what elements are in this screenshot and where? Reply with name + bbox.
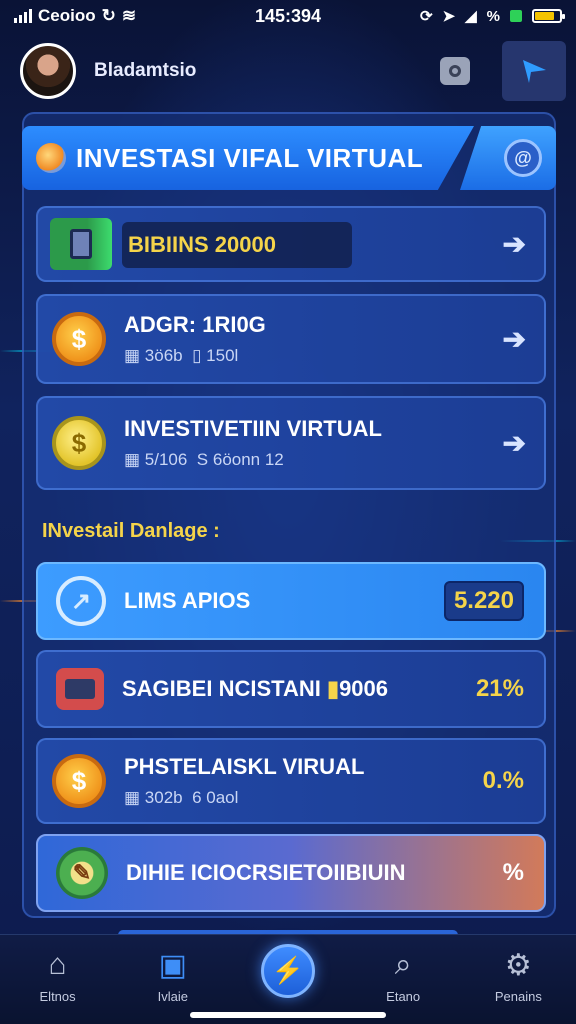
list-item[interactable]: $ INVESTIVETIIN VIRTUAL ▦ 5/106 S 6öonn …	[36, 396, 546, 490]
wifi-icon: ≋	[121, 6, 137, 25]
card-subtitle: ▦ 3ö6b ▯ 150l	[124, 346, 266, 366]
card-body: DIHIE ICIOCRSIETOIIBIUIN	[126, 860, 406, 886]
app-header: Bladamtsio	[10, 36, 566, 106]
list-item-balance[interactable]: BIBIINS 20000 ➔	[36, 206, 546, 282]
wallet-icon	[50, 218, 112, 270]
value-percent: 0.%	[482, 767, 524, 794]
section-title: INvestail Danlage :	[42, 520, 220, 542]
card-body: LIMS APIOS	[124, 588, 250, 614]
spiral-icon[interactable]: @	[504, 139, 542, 177]
list-item[interactable]: $ PHSTELAISKL VIRUAL ▦ 302b 6 0aol 0.%	[36, 738, 546, 824]
send-button[interactable]	[502, 41, 566, 101]
calendar-icon: ▦	[124, 346, 141, 365]
green-indicator-icon	[510, 10, 522, 22]
value-percent: 21%	[475, 675, 524, 702]
value-percent: %	[502, 859, 524, 886]
device-icon	[56, 668, 104, 710]
nav-item-search[interactable]: ⌕ Etano	[353, 947, 453, 1004]
card-body: INVESTIVETIIN VIRTUAL ▦ 5/106 S 6öonn 12	[124, 416, 382, 470]
calendar-icon: ▦	[124, 450, 141, 469]
list-item[interactable]: $ ADGR: 1RI0G ▦ 3ö6b ▯ 150l ➔	[36, 294, 546, 384]
list-item[interactable]: ↗ LIMS APIOS 5.220	[36, 562, 546, 640]
card-sub-b: S 6öonn 12	[196, 450, 284, 469]
balance-pill: BIBIINS 20000	[122, 222, 352, 268]
nav-item-home[interactable]: ⌂ Eltnos	[8, 947, 108, 1004]
nav-label: Ivlaie	[157, 989, 188, 1004]
card-extra: 9006	[339, 676, 389, 701]
title-banner: INVESTASI VIFAL VIRTUAL @	[22, 126, 556, 190]
status-bar: Ceoioo ↻ ≋ 145:394 ⟳ ➤ ◢ %	[0, 0, 576, 32]
card-body: ADGR: 1RI0G ▦ 3ö6b ▯ 150l	[124, 312, 266, 366]
trash-icon: ▯	[192, 346, 202, 365]
rotation-lock-icon: ⟳	[419, 8, 433, 25]
gear-icon: ⚙	[504, 948, 532, 982]
location-icon: ➤	[442, 8, 456, 25]
list-item[interactable]: ✎ DIHIE ICIOCRSIETOIIBIUIN %	[36, 834, 546, 912]
coin-icon: $	[52, 312, 106, 366]
card-title: DIHIE ICIOCRSIETOIIBIUIN	[126, 860, 406, 885]
card-title: PHSTELAISKL VIRUAL	[124, 754, 365, 779]
battery-icon	[532, 9, 565, 23]
coin-icon: $	[52, 416, 106, 470]
clock: 145:394	[254, 5, 322, 26]
card-body: SAGIBEI NCISTANI ▮9006	[122, 676, 388, 702]
status-left: Ceoioo ↻ ≋	[14, 6, 214, 26]
nav-label: Eltnos	[39, 989, 76, 1004]
arrow-right-icon: ➔	[502, 427, 526, 459]
username: Bladamtsio	[94, 60, 197, 81]
calendar-icon: ▦	[124, 788, 141, 807]
banner-title: INVESTASI VIFAL VIRTUAL	[76, 142, 424, 173]
avatar[interactable]	[20, 43, 76, 99]
banner-side: @	[460, 126, 556, 190]
nav-item-settings[interactable]: ⚙ Penains	[468, 947, 568, 1005]
value-badge: 5.220	[443, 581, 524, 621]
nav-item-center[interactable]: ⚡	[238, 943, 338, 998]
sync-icon: ↻	[101, 6, 116, 25]
home-indicator[interactable]	[190, 1012, 386, 1018]
card-body: PHSTELAISKL VIRUAL ▦ 302b 6 0aol	[124, 754, 364, 808]
carrier-name: Ceoioo	[38, 6, 96, 25]
nav-label: Etano	[386, 989, 421, 1004]
map-icon: ▣	[158, 948, 187, 982]
card-sub-b: 150l	[206, 346, 239, 365]
card-subtitle: ▦ 302b 6 0aol	[124, 788, 364, 808]
pen-icon: ✎	[56, 847, 108, 899]
compass-icon: ⚡	[260, 943, 315, 998]
card-sub-a: 3ö6b	[144, 346, 183, 365]
list-item[interactable]: SAGIBEI NCISTANI ▮9006 21%	[36, 650, 546, 728]
arrow-right-icon: ➔	[502, 323, 526, 355]
card-title: INVESTIVETIIN VIRTUAL	[124, 416, 382, 441]
nav-label: Penains	[494, 989, 542, 1004]
card-sub-b: 6 0aol	[192, 788, 239, 807]
status-right: ⟳ ➤ ◢ %	[362, 7, 565, 25]
card-title: SAGIBEI NCISTANI ▮9006	[122, 676, 388, 702]
jar-icon: ▮	[326, 676, 340, 701]
send-icon	[523, 60, 546, 83]
camera-button[interactable]	[430, 46, 480, 96]
home-icon: ⌂	[48, 948, 67, 981]
camera-icon	[440, 57, 470, 85]
card-sub-a: 5/106	[144, 450, 188, 469]
signal-strength-icon: ◢	[465, 8, 477, 25]
nav-item-map[interactable]: ▣ Ivlaie	[123, 947, 223, 1005]
card-title: ADGR: 1RI0G	[124, 312, 266, 337]
banner-main: INVESTASI VIFAL VIRTUAL	[22, 126, 474, 190]
globe-icon	[36, 143, 66, 173]
percent-icon: %	[486, 7, 500, 25]
card-title-text: SAGIBEI NCISTANI	[122, 676, 321, 701]
coin-icon: $	[52, 754, 106, 808]
signal-icon	[14, 9, 32, 23]
card-title: LIMS APIOS	[124, 588, 251, 613]
search-icon: ⌕	[394, 948, 412, 981]
card-subtitle: ▦ 5/106 S 6öonn 12	[124, 450, 382, 470]
card-sub-a: 302b	[144, 788, 183, 807]
gauge-icon: ↗	[56, 576, 106, 626]
arrow-right-icon: ➔	[502, 228, 526, 260]
bottom-nav: ⌂ Eltnos ▣ Ivlaie ⚡ ⌕ Etano ⚙ Penains	[0, 934, 576, 1024]
